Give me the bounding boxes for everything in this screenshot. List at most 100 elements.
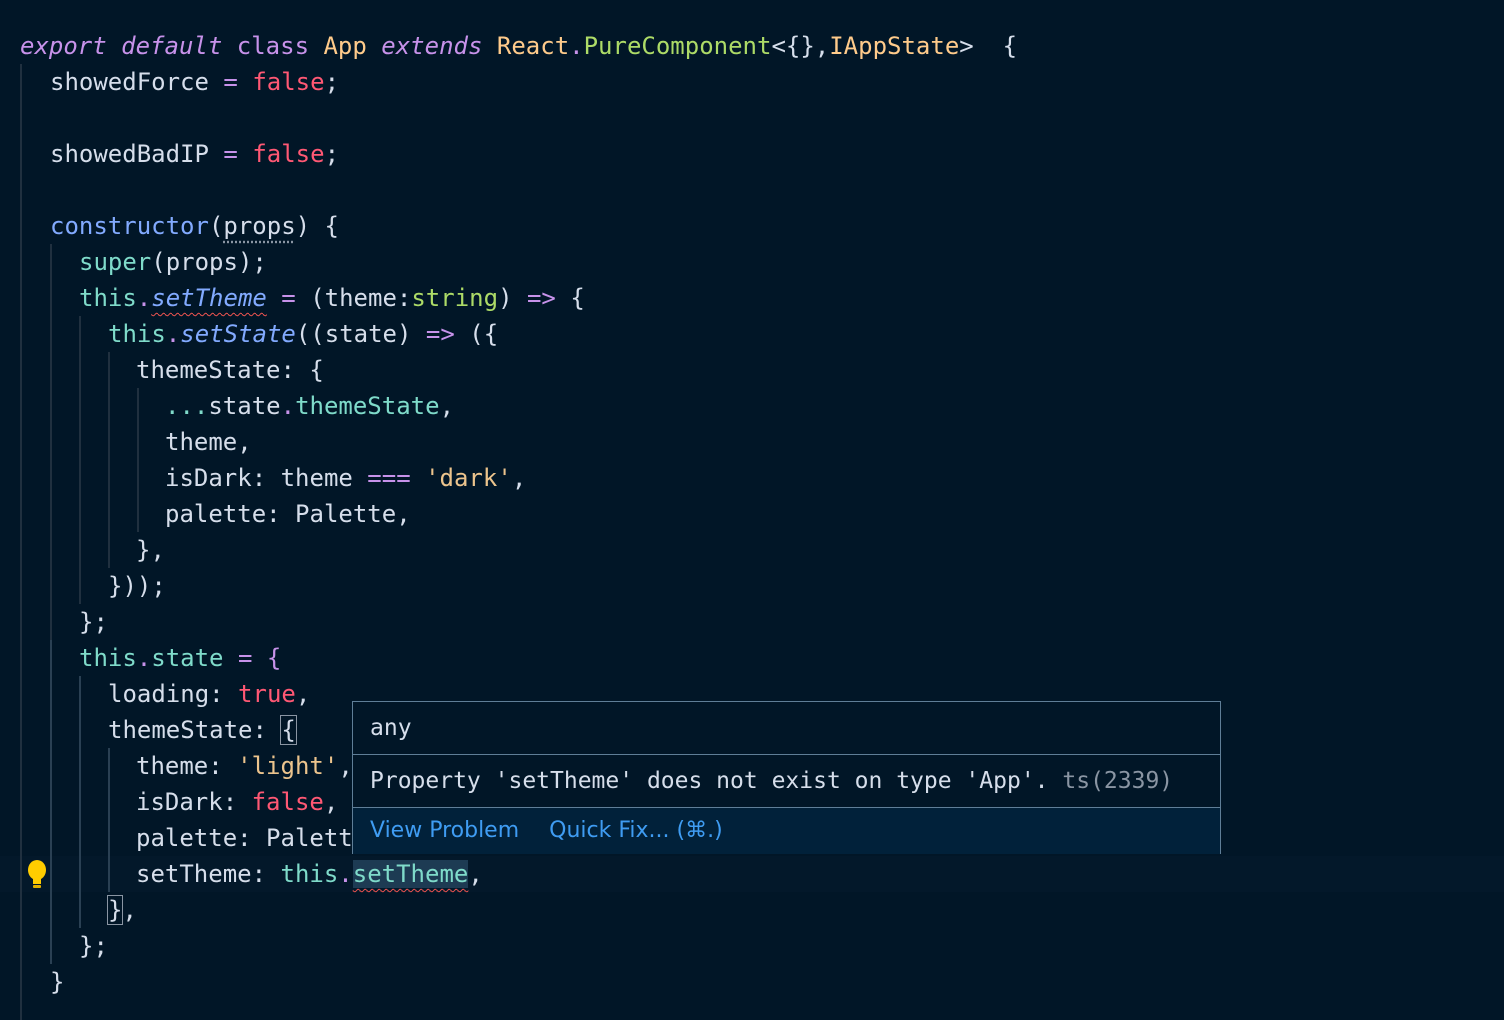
- indent-guide: [50, 460, 52, 496]
- indent-guide: [79, 712, 81, 748]
- indent-guide: [79, 856, 81, 892]
- token: this: [280, 860, 339, 888]
- token: 'light': [237, 752, 339, 780]
- indent-guide: [20, 640, 22, 676]
- token: false: [252, 140, 325, 168]
- quick-fix-link[interactable]: Quick Fix... (⌘.): [549, 818, 723, 843]
- code-text: palette: Palett: [136, 824, 353, 852]
- indent-guide: [20, 820, 22, 856]
- token: React: [496, 32, 570, 60]
- view-problem-link[interactable]: View Problem: [370, 818, 519, 843]
- token: > {: [959, 32, 1018, 60]
- indent-guide: [137, 388, 139, 424]
- code-line-13: isDark: theme === 'dark',: [0, 460, 1504, 496]
- token: ;: [324, 68, 340, 96]
- indent-guide: [50, 352, 52, 388]
- indent-guide: [20, 856, 22, 892]
- token: ,: [468, 860, 483, 888]
- code-text: theme,: [165, 428, 252, 456]
- token: ===: [367, 464, 411, 492]
- indent-guide: [79, 316, 81, 352]
- token: =: [208, 68, 253, 96]
- token: .: [136, 644, 152, 672]
- code-line-28: [0, 1000, 1504, 1020]
- indent-guide: [137, 424, 139, 460]
- indent-guide: [50, 748, 52, 784]
- token: }: [106, 895, 124, 925]
- token: export: [20, 32, 107, 60]
- code-text: }: [50, 968, 65, 996]
- token: constructor: [50, 212, 209, 240]
- indent-guide: [50, 640, 52, 676]
- indent-guide: [20, 352, 22, 388]
- code-line-17: };: [0, 604, 1504, 640]
- code-line-11: ...state.themeState,: [0, 388, 1504, 424]
- code-line-26: };: [0, 928, 1504, 964]
- token: IAppState: [829, 32, 960, 60]
- token: {: [280, 715, 297, 745]
- token: ...: [165, 392, 209, 420]
- indent-guide: [50, 424, 52, 460]
- indent-guide: [79, 496, 81, 532]
- code-line-25: },: [0, 892, 1504, 928]
- token: =: [208, 140, 253, 168]
- indent-guide: [108, 460, 110, 496]
- token: ,: [295, 680, 311, 708]
- indent-guide: [20, 496, 22, 532]
- code-line-24: setTheme: this.setTheme,: [0, 856, 1504, 892]
- token: showedBadIP: [50, 140, 209, 168]
- token: .: [136, 284, 152, 312]
- token: App: [323, 32, 367, 60]
- indent-guide: [79, 892, 81, 928]
- token: ,: [511, 464, 527, 492]
- indent-guide: [50, 928, 52, 964]
- indent-guide: [20, 208, 22, 244]
- indent-guide: [20, 424, 22, 460]
- token: = {: [223, 644, 282, 672]
- indent-guide: [20, 712, 22, 748]
- indent-guide: [79, 568, 81, 604]
- token: super: [79, 248, 152, 276]
- code-text: palette: Palette,: [165, 500, 411, 528]
- token: ): [498, 284, 527, 312]
- code-text: };: [79, 608, 108, 636]
- code-text: };: [79, 932, 108, 960]
- token: 'dark': [425, 464, 512, 492]
- indent-guide: [79, 748, 81, 784]
- indent-guide: [50, 316, 52, 352]
- indent-guide: [20, 604, 22, 640]
- indent-guide: [20, 280, 22, 316]
- token: ((state): [295, 320, 426, 348]
- indent-guide: [79, 532, 81, 568]
- indent-guide: [50, 244, 52, 280]
- indent-guide: [20, 928, 22, 964]
- token: this: [79, 284, 137, 312]
- code-editor[interactable]: export default class App extends React.P…: [0, 0, 1504, 1020]
- token: theme:: [136, 752, 238, 780]
- token: .: [338, 860, 353, 888]
- code-line-27: }: [0, 964, 1504, 1000]
- lightbulb-icon[interactable]: [24, 859, 50, 889]
- hover-actions: View Problem Quick Fix... (⌘.): [353, 808, 1220, 854]
- indent-guide: [20, 1000, 22, 1020]
- indent-guide: [50, 784, 52, 820]
- indent-guide: [20, 892, 22, 928]
- indent-guide: [20, 460, 22, 496]
- indent-guide: [108, 352, 110, 388]
- code-line-2: showedForce = false;: [0, 64, 1504, 100]
- token: string: [411, 284, 499, 312]
- code-line-6: constructor(props) {: [0, 208, 1504, 244]
- token: ,: [122, 896, 137, 924]
- indent-guide: [79, 784, 81, 820]
- indent-guide: [20, 316, 22, 352]
- code-line-8: this.setTheme = (theme:string) => {: [0, 280, 1504, 316]
- code-line-12: theme,: [0, 424, 1504, 460]
- error-code: ts(2339): [1062, 768, 1174, 794]
- token: =: [266, 284, 311, 312]
- indent-guide: [108, 532, 110, 568]
- token: isDark: theme: [165, 464, 368, 492]
- indent-guide: [20, 136, 22, 172]
- indent-guide: [20, 784, 22, 820]
- token[interactable]: setTheme: [352, 860, 469, 888]
